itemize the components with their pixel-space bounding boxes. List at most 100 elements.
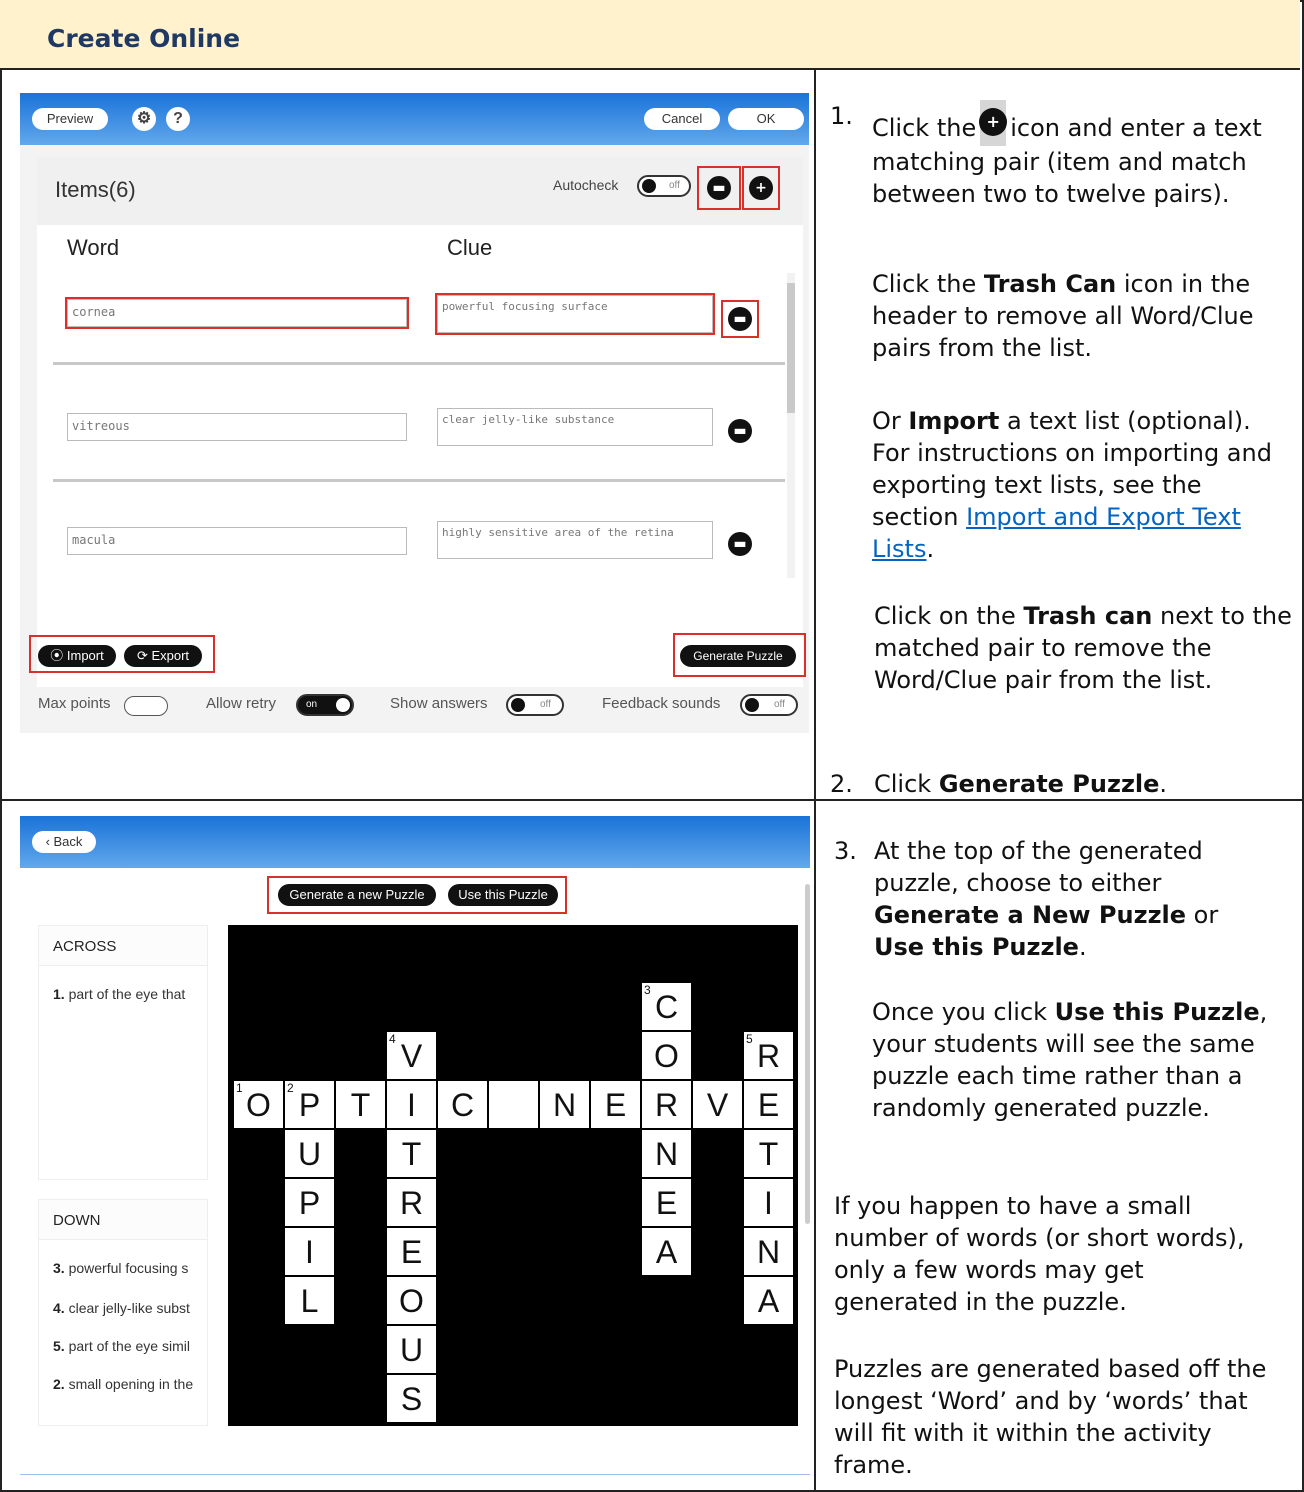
text-run: . bbox=[1078, 933, 1087, 961]
crossword-cell[interactable]: 1O bbox=[233, 1080, 284, 1129]
back-button[interactable]: ‹ Back bbox=[32, 831, 96, 853]
crossword-cell[interactable]: E bbox=[641, 1178, 692, 1227]
items-title: Items(6) bbox=[55, 177, 136, 202]
cell-letter: R bbox=[756, 1038, 781, 1074]
trash-icon[interactable]: ▬ bbox=[728, 532, 752, 556]
crossword-cell[interactable]: O bbox=[641, 1031, 692, 1080]
crossword-cell[interactable]: R bbox=[641, 1080, 692, 1129]
section-title: Create Online bbox=[47, 24, 241, 53]
autocheck-toggle[interactable]: off bbox=[637, 175, 691, 197]
ok-button[interactable]: OK bbox=[728, 108, 804, 130]
gear-icon[interactable]: ⚙ bbox=[132, 107, 156, 131]
clue-input[interactable]: clear jelly-like substance bbox=[437, 408, 713, 446]
text-run: Click on the bbox=[874, 602, 1024, 630]
crossword-cell[interactable]: L bbox=[284, 1276, 335, 1325]
clue-item[interactable]: 2. small opening in the bbox=[53, 1376, 193, 1392]
crossword-cell[interactable]: U bbox=[284, 1129, 335, 1178]
crossword-cell[interactable]: O bbox=[386, 1276, 437, 1325]
down-heading: DOWN bbox=[39, 1200, 207, 1240]
crossword-cell[interactable]: E bbox=[590, 1080, 641, 1129]
show-answers-label: Show answers bbox=[390, 695, 488, 712]
frame-bottom-line bbox=[20, 1474, 810, 1475]
help-button[interactable]: ? bbox=[166, 107, 190, 131]
word-input[interactable]: macula bbox=[67, 527, 407, 555]
cell-letter: O bbox=[246, 1087, 271, 1123]
crossword-cell[interactable]: A bbox=[743, 1276, 794, 1325]
crossword-cell[interactable]: I bbox=[386, 1080, 437, 1129]
across-panel: ACROSS 1. part of the eye that bbox=[38, 925, 208, 1180]
puzzle-scrollbar[interactable] bbox=[805, 884, 810, 1224]
crossword-cell[interactable]: T bbox=[386, 1129, 437, 1178]
crossword-cell[interactable]: S bbox=[386, 1374, 437, 1423]
text-run: Trash can bbox=[1023, 602, 1153, 630]
crossword-cell[interactable]: 3C bbox=[641, 982, 692, 1031]
clue-item[interactable]: 4. clear jelly-like subst bbox=[53, 1300, 190, 1316]
cell-letter: I bbox=[407, 1087, 416, 1123]
puzzle-screenshot: ‹ Back Generate a new Puzzle Use this Pu… bbox=[20, 816, 812, 1476]
crossword-cell[interactable]: R bbox=[386, 1178, 437, 1227]
word-input[interactable]: cornea bbox=[67, 299, 407, 327]
cell-letter: S bbox=[400, 1381, 423, 1417]
cell-letter: R bbox=[654, 1087, 679, 1123]
crossword-cell[interactable]: 4V bbox=[386, 1031, 437, 1080]
trash-all-icon[interactable]: ▬ bbox=[707, 176, 731, 200]
cell-letter: U bbox=[297, 1136, 322, 1172]
clue-item[interactable]: 3. powerful focusing s bbox=[53, 1260, 188, 1276]
generate-puzzle-button[interactable]: Generate Puzzle bbox=[680, 645, 796, 667]
items-scrollbar[interactable] bbox=[787, 273, 795, 578]
text-run: Or bbox=[872, 407, 909, 435]
cell-letter: O bbox=[654, 1038, 679, 1074]
clue-input[interactable]: powerful focusing surface bbox=[437, 295, 713, 333]
crossword-cell[interactable]: I bbox=[284, 1227, 335, 1276]
crossword-cell[interactable]: E bbox=[386, 1227, 437, 1276]
crossword-cell[interactable]: 5R bbox=[743, 1031, 794, 1080]
clue-input[interactable]: highly sensitive area of the retina bbox=[437, 521, 713, 559]
crossword-cell[interactable]: T bbox=[335, 1080, 386, 1129]
feedback-sounds-toggle[interactable]: off bbox=[740, 694, 798, 716]
crossword-cell[interactable]: N bbox=[539, 1080, 590, 1129]
word-input[interactable]: vitreous bbox=[67, 413, 407, 441]
clue-item[interactable]: 5. part of the eye simil bbox=[53, 1338, 190, 1354]
scrollbar-thumb[interactable] bbox=[787, 283, 795, 413]
crossword-cell[interactable]: T bbox=[743, 1129, 794, 1178]
clue-column-header: Clue bbox=[447, 235, 493, 260]
step-3-number: 3. bbox=[834, 837, 857, 865]
crossword-cell[interactable]: V bbox=[692, 1080, 743, 1129]
cancel-button[interactable]: Cancel bbox=[644, 108, 720, 130]
show-answers-toggle[interactable]: off bbox=[506, 694, 564, 716]
crossword-cell[interactable]: A bbox=[641, 1227, 692, 1276]
feedback-sounds-label: Feedback sounds bbox=[602, 695, 721, 712]
import-button[interactable]: ⦿ Import bbox=[38, 645, 116, 667]
toggle-knob bbox=[511, 698, 525, 712]
cell-number: 5 bbox=[746, 1032, 753, 1046]
cell-letter: E bbox=[604, 1087, 627, 1123]
use-this-puzzle-button[interactable]: Use this Puzzle bbox=[448, 884, 558, 906]
clue-item[interactable]: 1. part of the eye that bbox=[53, 986, 185, 1002]
text-run: Trash Can bbox=[983, 270, 1117, 298]
trash-row-note: Click on the Trash can next to the match… bbox=[874, 600, 1298, 696]
crossword-cell[interactable]: C bbox=[437, 1080, 488, 1129]
crossword-cell[interactable]: N bbox=[641, 1129, 692, 1178]
crossword-cell[interactable]: E bbox=[743, 1080, 794, 1129]
crossword-cell[interactable] bbox=[488, 1080, 539, 1129]
clue-text: part of the eye simil bbox=[68, 1338, 190, 1354]
trash-icon[interactable]: ▬ bbox=[728, 419, 752, 443]
max-points-input[interactable] bbox=[124, 696, 168, 716]
cell-letter: T bbox=[401, 1136, 422, 1172]
cell-number: 1 bbox=[236, 1081, 243, 1095]
crossword-cell[interactable]: P bbox=[284, 1178, 335, 1227]
allow-retry-toggle[interactable]: on bbox=[296, 694, 354, 716]
cell-letter: E bbox=[757, 1087, 780, 1123]
cell-number: 2 bbox=[287, 1081, 294, 1095]
add-pair-icon[interactable]: + bbox=[749, 176, 773, 200]
trash-icon[interactable]: ▬ bbox=[728, 307, 752, 331]
crossword-cell[interactable]: N bbox=[743, 1227, 794, 1276]
puzzle-toolbar: ‹ Back bbox=[20, 816, 810, 868]
export-button[interactable]: ⟳ Export bbox=[124, 645, 202, 667]
preview-button[interactable]: Preview bbox=[32, 108, 108, 130]
crossword-cell[interactable]: 2P bbox=[284, 1080, 335, 1129]
crossword-cell[interactable]: U bbox=[386, 1325, 437, 1374]
generate-new-puzzle-button[interactable]: Generate a new Puzzle bbox=[278, 884, 436, 906]
clue-number: 1. bbox=[53, 986, 65, 1002]
crossword-cell[interactable]: I bbox=[743, 1178, 794, 1227]
